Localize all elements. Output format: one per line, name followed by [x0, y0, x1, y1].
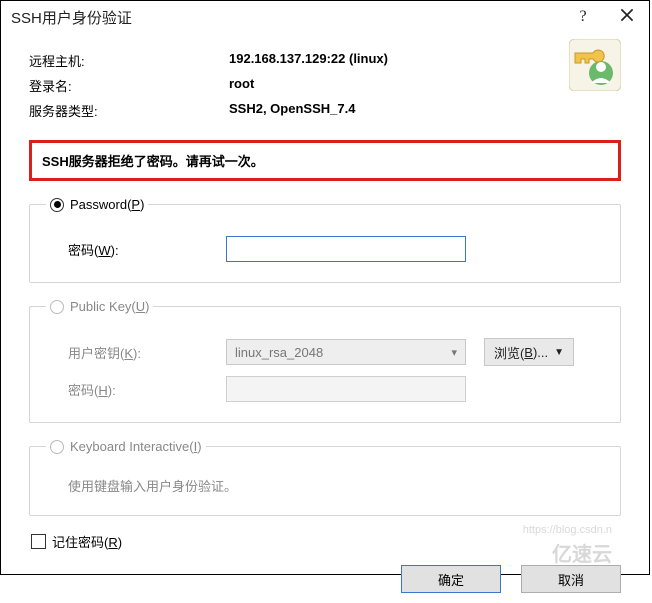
server-type-label: 服务器类型:: [29, 101, 229, 120]
remote-host-value: 192.168.137.129:22 (linux): [229, 51, 388, 70]
userkey-label: 用户密钥(K):: [46, 343, 226, 362]
password-radio[interactable]: Password(P): [46, 197, 148, 212]
publickey-legend-suffix: ): [145, 299, 149, 314]
keyboard-legend-prefix: Keyboard Interactive(: [70, 439, 194, 454]
publickey-legend-prefix: Public Key(: [70, 299, 136, 314]
passphrase-input: [226, 376, 466, 402]
publickey-legend-accel: U: [136, 299, 145, 314]
login-label: 登录名:: [29, 76, 229, 95]
chevron-down-icon: ▾: [451, 346, 457, 359]
keyboard-radio[interactable]: Keyboard Interactive(I): [46, 439, 206, 454]
watermark: https://blog.csdn.n 亿速云: [523, 524, 612, 567]
remote-host-row: 远程主机: 192.168.137.129:22 (linux): [29, 51, 621, 70]
login-value: root: [229, 76, 254, 95]
keyboard-legend-suffix: ): [197, 439, 201, 454]
remember-checkbox[interactable]: [31, 534, 46, 549]
key-user-icon: [569, 39, 621, 91]
keyboard-group: Keyboard Interactive(I) 使用键盘输入用户身份验证。: [29, 439, 621, 516]
password-legend-suffix: ): [140, 197, 144, 212]
help-button[interactable]: ?: [561, 1, 605, 33]
close-button[interactable]: [605, 1, 649, 33]
passphrase-row: 密码(H):: [46, 376, 604, 402]
error-message: SSH服务器拒绝了密码。请再试一次。: [29, 140, 621, 181]
password-row: 密码(W):: [46, 236, 604, 262]
dialog-footer: 确定 取消: [29, 565, 621, 593]
password-label: 密码(W):: [46, 240, 226, 259]
userkey-row: 用户密钥(K): linux_rsa_2048 ▾ 浏览(B)... ▼: [46, 338, 604, 366]
login-row: 登录名: root: [29, 76, 621, 95]
radio-publickey[interactable]: [50, 300, 64, 314]
radio-keyboard[interactable]: [50, 440, 64, 454]
remember-label: 记住密码(R): [52, 532, 122, 551]
radio-password[interactable]: [50, 198, 64, 212]
cancel-button[interactable]: 取消: [521, 565, 621, 593]
passphrase-label: 密码(H):: [46, 380, 226, 399]
server-type-row: 服务器类型: SSH2, OpenSSH_7.4: [29, 101, 621, 120]
watermark-brand: 亿速云: [523, 538, 612, 567]
userkey-value: linux_rsa_2048: [235, 345, 323, 360]
publickey-radio[interactable]: Public Key(U): [46, 299, 153, 314]
watermark-url: https://blog.csdn.n: [523, 524, 612, 536]
keyboard-hint: 使用键盘输入用户身份验证。: [46, 476, 604, 495]
server-type-value: SSH2, OpenSSH_7.4: [229, 101, 355, 120]
remote-host-label: 远程主机:: [29, 51, 229, 70]
titlebar: SSH用户身份验证 ?: [1, 1, 649, 33]
password-legend-accel: P: [131, 197, 140, 212]
close-icon: [620, 8, 634, 27]
chevron-down-icon: ▼: [554, 347, 564, 358]
password-group: Password(P) 密码(W):: [29, 197, 621, 283]
publickey-group: Public Key(U) 用户密钥(K): linux_rsa_2048 ▾ …: [29, 299, 621, 423]
help-icon: ?: [579, 8, 586, 26]
ok-button[interactable]: 确定: [401, 565, 501, 593]
dialog-title: SSH用户身份验证: [11, 7, 561, 28]
password-input[interactable]: [226, 236, 466, 262]
ssh-auth-dialog: SSH用户身份验证 ? 远程主机: 192.168.137.129:22 (li…: [0, 0, 650, 575]
password-legend-prefix: Password(: [70, 197, 131, 212]
browse-button[interactable]: 浏览(B)... ▼: [484, 338, 574, 366]
userkey-combo[interactable]: linux_rsa_2048 ▾: [226, 339, 466, 365]
